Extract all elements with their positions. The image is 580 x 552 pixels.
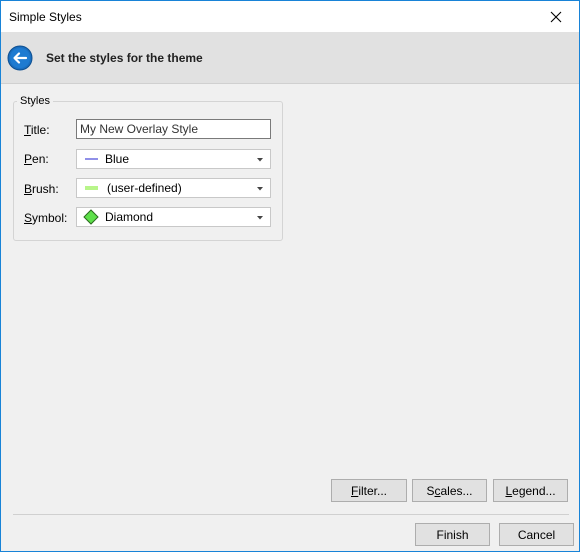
brush-value: (user-defined): [107, 181, 182, 195]
cancel-button[interactable]: Cancel: [499, 523, 574, 546]
brush-dropdown[interactable]: (user-defined): [76, 178, 271, 198]
title-input[interactable]: [76, 119, 271, 139]
page-heading: Set the styles for the theme: [46, 51, 203, 65]
diamond-icon: [83, 209, 99, 225]
back-button[interactable]: [7, 45, 33, 71]
footer-separator: [13, 514, 569, 515]
chevron-down-icon: [257, 216, 263, 220]
dialog-window: Simple Styles Set the styles for the the…: [0, 0, 580, 552]
pen-swatch-icon: [85, 158, 98, 160]
title-bar: Simple Styles: [1, 1, 579, 32]
scales-button[interactable]: Sc ales...: [412, 479, 487, 502]
brush-label: Brush:: [24, 182, 59, 196]
chevron-down-icon: [257, 187, 263, 191]
close-button[interactable]: [533, 1, 579, 32]
title-label: Title:: [24, 123, 50, 137]
close-icon: [550, 11, 562, 22]
symbol-dropdown[interactable]: Diamond: [76, 207, 271, 227]
styles-group-label: Styles: [17, 95, 53, 107]
back-arrow-icon: [7, 45, 33, 71]
brush-swatch-icon: [85, 186, 98, 190]
chevron-down-icon: [257, 158, 263, 162]
wizard-header: Set the styles for the theme: [1, 32, 579, 84]
legend-button[interactable]: Legend...: [493, 479, 568, 502]
filter-button[interactable]: Filter...: [331, 479, 407, 502]
window-title: Simple Styles: [9, 9, 82, 24]
finish-button[interactable]: Finish: [415, 523, 490, 546]
symbol-label: Symbol:: [24, 211, 68, 225]
symbol-value: Diamond: [105, 210, 154, 224]
pen-label: Pen:: [24, 152, 49, 166]
pen-dropdown[interactable]: Blue: [76, 149, 271, 169]
pen-value: Blue: [105, 152, 130, 166]
